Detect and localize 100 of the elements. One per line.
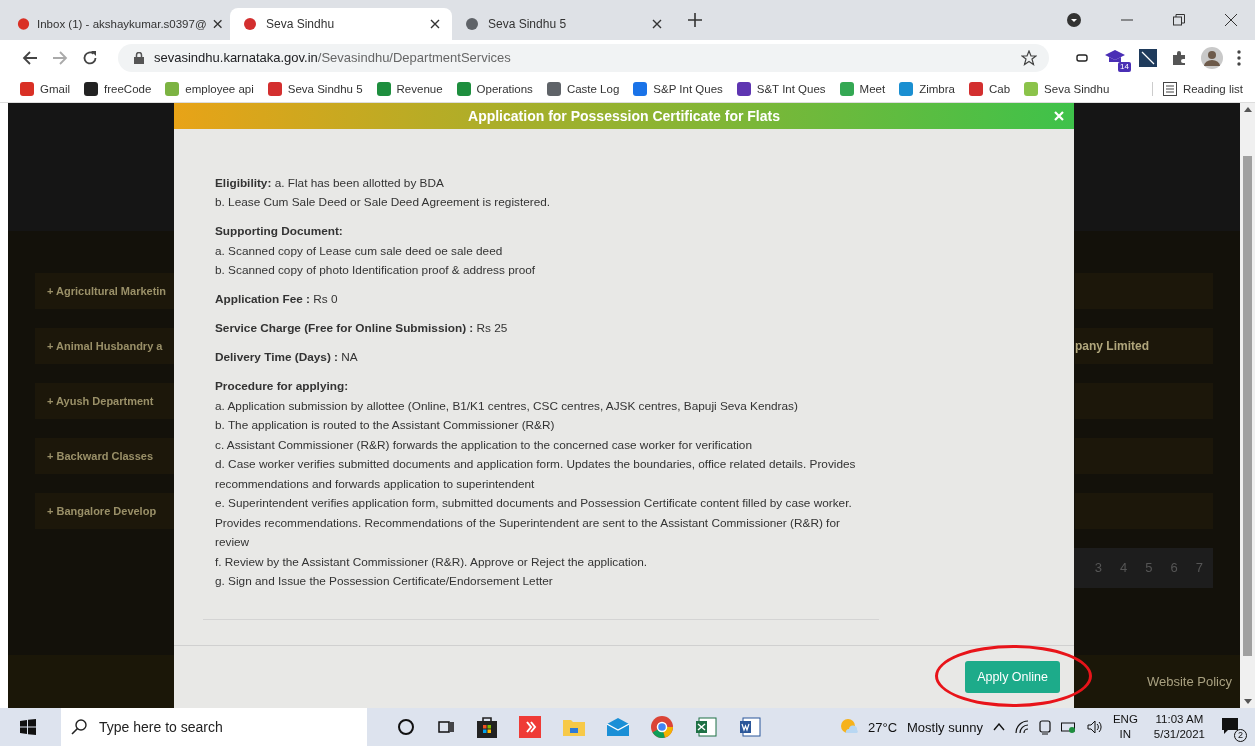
chevron-up-icon[interactable]	[992, 723, 1005, 731]
weather-text: Mostly sunny	[907, 719, 983, 735]
site-icon	[456, 81, 471, 96]
site-icon	[899, 81, 914, 96]
site-icon	[16, 15, 32, 32]
site-icon	[267, 81, 282, 96]
menu-icon[interactable]	[1237, 49, 1241, 66]
url-text: sevasindhu.karnataka.gov.in/Sevasindhu/DepartmentServices	[154, 50, 511, 66]
plus-icon[interactable]	[688, 12, 702, 27]
site-icon	[839, 81, 854, 96]
bookmark[interactable]: freeCode	[84, 81, 152, 96]
address-bar[interactable]: sevasindhu.karnataka.gov.in/Sevasindhu/DepartmentServices	[118, 43, 1049, 72]
scroll-down-icon[interactable]	[1243, 699, 1252, 704]
tab-title: Seva Sindhu 5	[488, 16, 568, 31]
info-text: b. Scanned copy of photo Identification proof & address proof	[215, 262, 537, 280]
info-text: a. Application submission by allottee (Online, B1/K1 centres, CSC centres, AJSK centres, Bapuji Seva Kendras)	[215, 397, 799, 415]
close-icon[interactable]	[212, 18, 222, 29]
weather-icon	[840, 718, 858, 736]
bookmark[interactable]: employee api	[165, 81, 254, 96]
scroll-up-icon[interactable]	[1243, 106, 1252, 112]
back-icon[interactable]	[22, 49, 38, 66]
bookmark[interactable]: Meet	[839, 81, 886, 96]
info-text: Service Charge (Free for Online Submission) : Rs 25	[215, 320, 509, 338]
tab-title: Seva Sindhu	[266, 16, 336, 31]
info-text: f. Review by the Assistant Commissioner (R&R). Approve or Reject the application.	[215, 553, 649, 571]
tab-title: Inbox (1) - akshaykumar.s0397@	[37, 17, 207, 30]
language-text[interactable]: ENG	[1112, 712, 1138, 727]
avatar-icon[interactable]	[1201, 46, 1223, 69]
site-icon	[20, 81, 34, 96]
close-icon[interactable]	[652, 18, 662, 29]
bookmark[interactable]: Zimbra	[899, 81, 955, 96]
chrome-icon[interactable]	[651, 716, 673, 738]
dropdown-icon[interactable]	[1067, 12, 1081, 27]
info-text: a. Scanned copy of Lease cum sale deed oe sale deed	[215, 242, 504, 260]
scrollbar-thumb[interactable]	[1243, 155, 1252, 656]
reading-list-button[interactable]: Reading list	[1151, 81, 1243, 96]
close-icon[interactable]	[430, 18, 440, 29]
star-icon[interactable]	[1021, 49, 1037, 66]
browser-tab[interactable]: Seva Sindhu 5	[452, 7, 674, 40]
bookmark[interactable]: Seva Sindhu 5	[267, 81, 363, 96]
section-heading: Procedure for applying:	[215, 378, 350, 396]
bookmark[interactable]: S&P Int Ques	[633, 81, 723, 96]
cortana-icon[interactable]	[397, 718, 415, 736]
site-icon	[242, 15, 258, 32]
site-icon	[165, 81, 180, 96]
search-field[interactable]: Type here to search	[97, 718, 351, 736]
info-text: Delivery Time (Days) : NA	[215, 349, 359, 367]
site-icon	[1024, 81, 1039, 96]
bookmark[interactable]: Caste Log	[546, 81, 620, 96]
site-icon	[968, 81, 983, 96]
bookmark[interactable]: Seva Sindhu	[1024, 81, 1110, 96]
section-heading: Supporting Document:	[215, 223, 344, 241]
store-icon[interactable]	[477, 716, 497, 738]
dialog-title: Application for Possession Certificate for Flats	[468, 107, 780, 124]
battery-icon[interactable]	[1060, 721, 1077, 733]
site-icon	[633, 81, 648, 96]
bookmark[interactable]: Cab	[968, 81, 1011, 96]
list-icon	[1162, 81, 1177, 96]
region-text[interactable]: IN	[1119, 727, 1132, 742]
folder-icon[interactable]	[563, 718, 585, 736]
browser-tab[interactable]: Seva Sindhu	[230, 7, 452, 40]
temperature-text: 27°C	[868, 719, 898, 735]
bookmark[interactable]: Gmail	[20, 81, 71, 96]
time-text[interactable]: 11:03 AM	[1155, 712, 1204, 727]
site-icon	[464, 15, 480, 32]
info-text: b. Lease Cum Sale Deed or Sale Deed Agreement is registered.	[215, 194, 552, 212]
notification-icon[interactable]	[1221, 716, 1239, 735]
bookmark[interactable]: Revenue	[376, 81, 443, 96]
puzzle-icon[interactable]	[1171, 49, 1187, 66]
remote-desktop-icon[interactable]	[519, 716, 541, 738]
bookmark[interactable]: S&T Int Ques	[736, 81, 826, 96]
site-icon	[736, 81, 751, 96]
wifi-icon[interactable]	[1014, 720, 1029, 734]
bookmark[interactable]: Operations	[456, 81, 533, 96]
mail-icon[interactable]	[607, 718, 629, 736]
reload-icon[interactable]	[82, 49, 98, 66]
info-text: b. The application is routed to the Assistant Commissioner (R&R)	[215, 417, 556, 435]
search-icon	[71, 719, 87, 735]
extension-badge: 14	[1118, 61, 1131, 72]
search-bar[interactable]: Type here to search	[61, 708, 367, 746]
site-icon	[84, 81, 99, 96]
site-icon	[546, 81, 561, 96]
task-view-icon[interactable]	[437, 718, 455, 736]
info-text: Eligibility: a. Flat has been allotted by BDA	[215, 174, 445, 192]
info-text: c. Assistant Commissioner (R&R) forwards the application to the concerned case worker for verification	[215, 436, 753, 454]
windows-start-icon[interactable]	[20, 719, 36, 735]
close-icon[interactable]	[1225, 13, 1237, 26]
spreadsheet-icon[interactable]	[695, 716, 717, 738]
document-icon[interactable]	[739, 716, 761, 738]
notification-count: 2	[1234, 728, 1247, 742]
browser-tab[interactable]: Inbox (1) - akshaykumar.s0397@	[8, 7, 230, 40]
lock-icon	[134, 51, 144, 64]
footer-link[interactable]: Website Policy	[1147, 674, 1232, 689]
info-text: Application Fee : Rs 0	[215, 291, 339, 309]
date-text[interactable]: 5/31/2021	[1153, 727, 1205, 742]
info-text: g. Sign and Issue the Possession Certificate/Endorsement Letter	[215, 573, 554, 591]
scrollbar[interactable]	[1240, 102, 1255, 708]
restore-icon[interactable]	[1173, 13, 1185, 26]
department-row[interactable]: pany Limited	[1075, 327, 1213, 364]
speaker-icon[interactable]	[1086, 720, 1103, 734]
